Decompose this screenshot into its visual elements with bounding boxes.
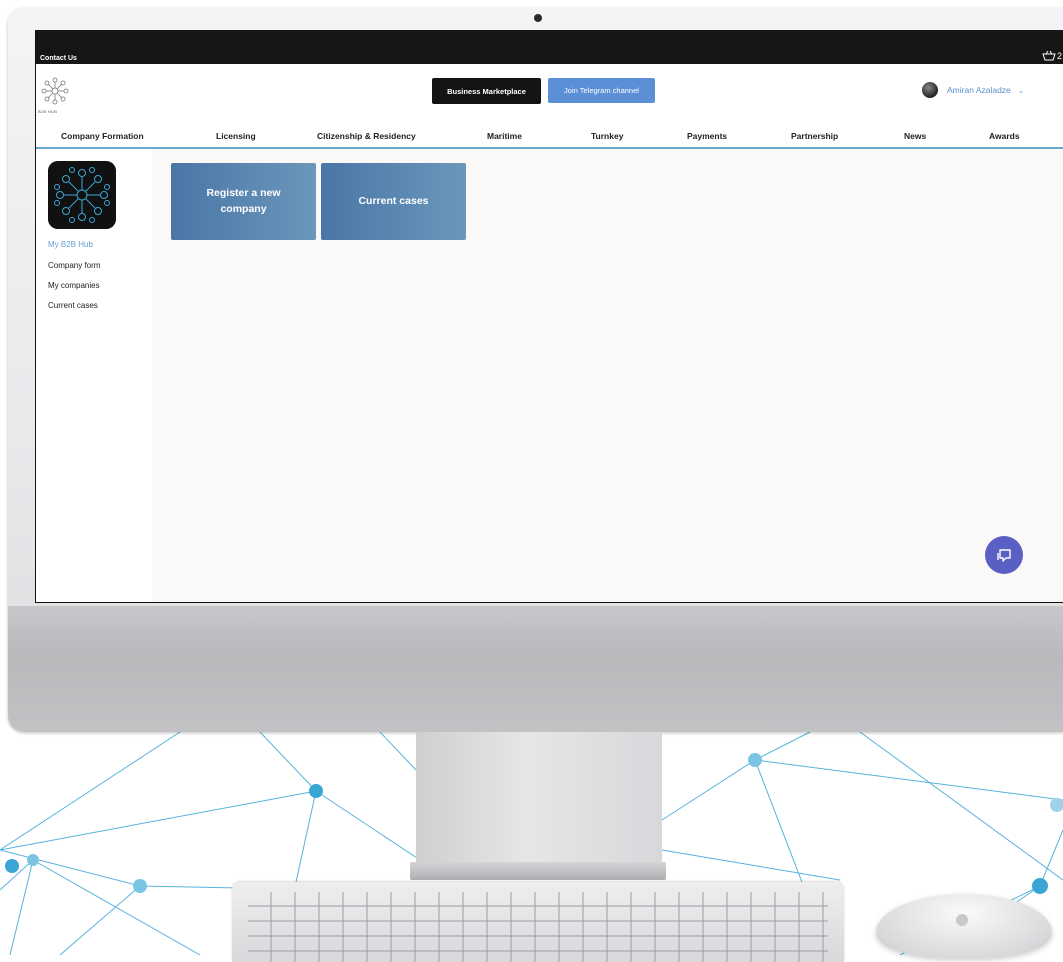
- top-bar: Contact Us 2: [36, 30, 1063, 64]
- sidebar: My B2B Hub Company form My companies Cur…: [36, 149, 152, 602]
- b2b-hub-logo[interactable]: [38, 74, 72, 108]
- monitor-chin: [8, 606, 1063, 732]
- monitor-stand-foot: [410, 862, 666, 880]
- contact-us-link[interactable]: Contact Us: [40, 55, 77, 62]
- nav-item-turnkey[interactable]: Turnkey: [591, 131, 623, 141]
- sidebar-item-my-b2b-hub[interactable]: My B2B Hub: [48, 240, 93, 249]
- nav-item-awards[interactable]: Awards: [989, 131, 1020, 141]
- cart-count: 2: [1056, 50, 1062, 61]
- chevron-down-icon: ⌄: [1017, 85, 1025, 95]
- main-nav: Company Formation Licensing Citizenship …: [36, 128, 1063, 149]
- camera-icon: [534, 14, 542, 22]
- register-company-label: Register a new company: [206, 187, 281, 215]
- nav-item-partnership[interactable]: Partnership: [791, 131, 838, 141]
- nav-item-news[interactable]: News: [904, 131, 926, 141]
- b2b-hub-icon: [48, 161, 116, 229]
- nav-item-citizenship-residency[interactable]: Citizenship & Residency: [317, 131, 416, 141]
- sidebar-item-current-cases[interactable]: Current cases: [48, 301, 98, 310]
- business-marketplace-button[interactable]: Business Marketplace: [432, 78, 541, 104]
- user-name: Amiran Azaladze: [947, 85, 1011, 95]
- avatar: [922, 82, 938, 98]
- nav-item-payments[interactable]: Payments: [687, 131, 727, 141]
- logo-text: B2B HUB: [38, 109, 58, 114]
- monitor-stand: [416, 732, 662, 867]
- sidebar-item-my-companies[interactable]: My companies: [48, 281, 100, 290]
- current-cases-tile[interactable]: Current cases: [321, 163, 466, 240]
- chat-icon: [997, 549, 1011, 562]
- user-menu[interactable]: Amiran Azaladze ⌄: [922, 82, 1025, 98]
- keyboard: [232, 882, 844, 962]
- chat-button[interactable]: [985, 536, 1023, 574]
- sidebar-item-company-form[interactable]: Company form: [48, 261, 100, 270]
- cart-button[interactable]: 2: [1042, 50, 1062, 61]
- nav-item-maritime[interactable]: Maritime: [487, 131, 522, 141]
- nav-item-licensing[interactable]: Licensing: [216, 131, 256, 141]
- screen: Contact Us 2 B2B HUB Business Marketplac…: [35, 30, 1063, 603]
- join-telegram-button[interactable]: Join Telegram channel: [548, 78, 655, 103]
- apple-logo-icon: [956, 914, 968, 926]
- basket-icon: [1042, 50, 1056, 61]
- register-company-tile[interactable]: Register a new company: [171, 163, 316, 240]
- nav-item-company-formation[interactable]: Company Formation: [61, 131, 144, 141]
